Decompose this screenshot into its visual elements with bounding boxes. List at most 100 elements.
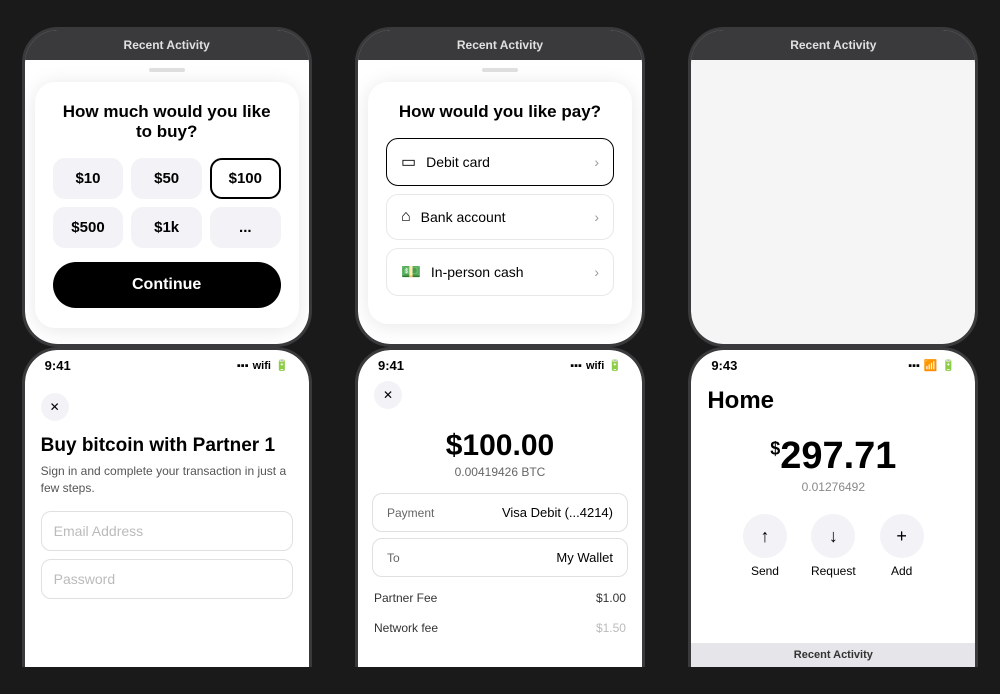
- battery-icon5: 🔋: [608, 359, 622, 372]
- phone3-frame: Recent Activity: [688, 27, 978, 347]
- phone6-status-bar: 9:43 ▪▪▪ 📶 🔋: [691, 350, 975, 377]
- balance-crypto: 0.01276492: [691, 480, 975, 494]
- cash-option[interactable]: 💵 In-person cash ›: [386, 248, 614, 296]
- phone4-cell: 9:41 ▪▪▪ wifi 🔋 ✕ Buy bitcoin with Partn…: [0, 347, 333, 694]
- signal-icon: ▪▪▪: [237, 360, 249, 372]
- network-fee-row: Network fee $1.50: [358, 613, 642, 643]
- phone5-frame: 9:41 ▪▪▪ wifi 🔋 ✕ $100.00 0.00419426 BTC…: [355, 347, 645, 667]
- phone3-recent-bar: Recent Activity: [691, 30, 975, 60]
- phone4-time: 9:41: [45, 358, 71, 373]
- home-title: Home: [691, 377, 975, 419]
- phone2-recent-bar: Recent Activity: [358, 30, 642, 60]
- balance-display: $297.71: [691, 435, 975, 478]
- payment-value: Visa Debit (...4214): [502, 505, 613, 520]
- buy-sheet: ✕ Buy bitcoin with Partner 1 Sign in and…: [25, 377, 309, 623]
- phone2-frame: Recent Activity How would you like pay? …: [355, 27, 645, 347]
- amount-title: How much would you like to buy?: [53, 102, 281, 142]
- password-input[interactable]: Password: [41, 559, 293, 599]
- email-input[interactable]: Email Address: [41, 511, 293, 551]
- send-action[interactable]: ↑ Send: [743, 514, 787, 578]
- phone3-cell: Recent Activity: [667, 0, 1000, 347]
- phone4-status-icons: ▪▪▪ wifi 🔋: [237, 359, 289, 372]
- add-action[interactable]: + Add: [880, 514, 924, 578]
- partner-fee-value: $1.00: [596, 591, 626, 605]
- close-button[interactable]: ✕: [41, 393, 69, 421]
- phone2-recent-label: Recent Activity: [457, 38, 543, 52]
- amount-1k[interactable]: $1k: [131, 207, 202, 248]
- bank-account-left: ⌂ Bank account: [401, 208, 506, 226]
- bank-icon: ⌂: [401, 208, 411, 226]
- to-row: To My Wallet: [372, 538, 628, 577]
- to-label: To: [387, 551, 400, 565]
- phone5-screen: 9:41 ▪▪▪ wifi 🔋 ✕ $100.00 0.00419426 BTC…: [358, 350, 642, 667]
- phone3-screen: Recent Activity: [691, 30, 975, 344]
- payment-label: Payment: [387, 506, 434, 520]
- payment-row: Payment Visa Debit (...4214): [372, 493, 628, 532]
- phone1-screen: Recent Activity How much would you like …: [25, 30, 309, 344]
- partner-fee-label: Partner Fee: [374, 591, 437, 605]
- debit-card-left: ▭ Debit card: [401, 152, 490, 172]
- add-label: Add: [891, 564, 912, 578]
- drag-indicator2: [482, 68, 518, 72]
- amount-100[interactable]: $100: [210, 158, 281, 199]
- to-value: My Wallet: [556, 550, 613, 565]
- tx-crypto-amount: 0.00419426 BTC: [358, 465, 642, 479]
- drag-indicator: [149, 68, 185, 72]
- amount-500[interactable]: $500: [53, 207, 124, 248]
- cash-left: 💵 In-person cash: [401, 262, 524, 282]
- signal-icon5: ▪▪▪: [570, 360, 582, 372]
- debit-chevron: ›: [594, 154, 599, 170]
- tx-dollar-amount: $100.00: [358, 429, 642, 463]
- phone5-cell: 9:41 ▪▪▪ wifi 🔋 ✕ $100.00 0.00419426 BTC…: [333, 347, 666, 694]
- phone1-cell: Recent Activity How much would you like …: [0, 0, 333, 347]
- debit-card-icon: ▭: [401, 152, 416, 172]
- password-placeholder: Password: [54, 571, 115, 587]
- tx-amount-section: $100.00 0.00419426 BTC: [358, 409, 642, 493]
- partner-fee-row: Partner Fee $1.00: [358, 583, 642, 613]
- network-fee-value: $1.50: [596, 621, 626, 635]
- phone5-status-bar: 9:41 ▪▪▪ wifi 🔋: [358, 350, 642, 377]
- network-fee-label: Network fee: [374, 621, 438, 635]
- phone6-cell: 9:43 ▪▪▪ 📶 🔋 Home $297.71 0.01276492 ↑ S…: [667, 347, 1000, 694]
- phone4-status-bar: 9:41 ▪▪▪ wifi 🔋: [25, 350, 309, 377]
- phone6-recent-bar: Recent Activity: [691, 643, 975, 667]
- phone1-recent-label: Recent Activity: [124, 38, 210, 52]
- battery-icon6: 🔋: [942, 359, 956, 372]
- wifi-icon5: wifi: [586, 360, 604, 372]
- wifi-icon6: 📶: [924, 359, 938, 372]
- add-circle: +: [880, 514, 924, 558]
- phone6-screen: 9:43 ▪▪▪ 📶 🔋 Home $297.71 0.01276492 ↑ S…: [691, 350, 975, 667]
- amount-10[interactable]: $10: [53, 158, 124, 199]
- amount-more[interactable]: ...: [210, 207, 281, 248]
- email-placeholder: Email Address: [54, 523, 143, 539]
- battery-icon: 🔋: [275, 359, 289, 372]
- debit-card-option[interactable]: ▭ Debit card ›: [386, 138, 614, 186]
- phone4-frame: 9:41 ▪▪▪ wifi 🔋 ✕ Buy bitcoin with Partn…: [22, 347, 312, 667]
- phone5-time: 9:41: [378, 358, 404, 373]
- balance-symbol: $: [770, 438, 780, 458]
- phone4-screen: 9:41 ▪▪▪ wifi 🔋 ✕ Buy bitcoin with Partn…: [25, 350, 309, 667]
- tx-close-button[interactable]: ✕: [374, 381, 402, 409]
- request-label: Request: [811, 564, 856, 578]
- balance-amount: 297.71: [780, 435, 896, 477]
- bank-account-label: Bank account: [421, 209, 506, 225]
- phone2-cell: Recent Activity How would you like pay? …: [333, 0, 666, 347]
- continue-button[interactable]: Continue: [53, 262, 281, 308]
- buy-title: Buy bitcoin with Partner 1: [41, 435, 293, 457]
- amount-50[interactable]: $50: [131, 158, 202, 199]
- wifi-icon: wifi: [253, 360, 271, 372]
- bank-account-option[interactable]: ⌂ Bank account ›: [386, 194, 614, 240]
- cash-label: In-person cash: [431, 264, 524, 280]
- cash-icon: 💵: [401, 262, 421, 282]
- phone5-status-icons: ▪▪▪ wifi 🔋: [570, 359, 622, 372]
- phone6-frame: 9:43 ▪▪▪ 📶 🔋 Home $297.71 0.01276492 ↑ S…: [688, 347, 978, 667]
- debit-card-label: Debit card: [426, 154, 490, 170]
- phone6-time: 9:43: [711, 358, 737, 373]
- payment-sheet: How would you like pay? ▭ Debit card › ⌂…: [368, 82, 632, 324]
- phone6-recent-label: Recent Activity: [794, 649, 873, 661]
- request-action[interactable]: ↓ Request: [811, 514, 856, 578]
- cash-chevron: ›: [594, 264, 599, 280]
- phone1-frame: Recent Activity How much would you like …: [22, 27, 312, 347]
- phone3-recent-label: Recent Activity: [790, 38, 876, 52]
- phone2-screen: Recent Activity How would you like pay? …: [358, 30, 642, 344]
